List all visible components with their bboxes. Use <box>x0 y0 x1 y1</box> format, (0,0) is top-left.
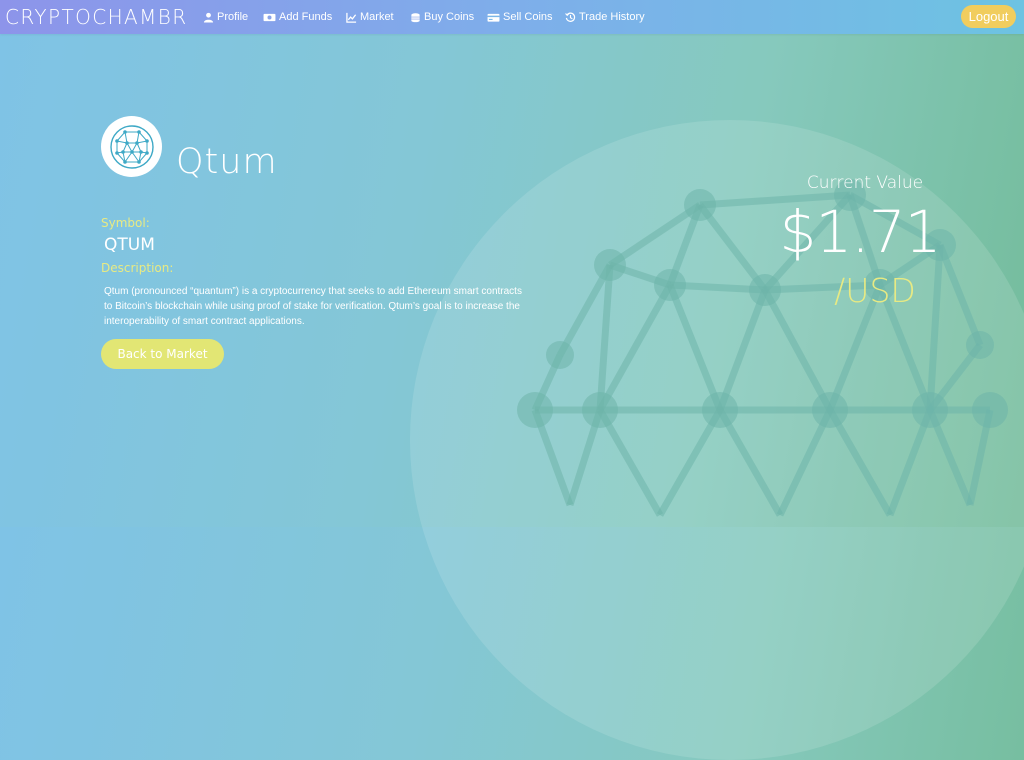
coins-icon <box>411 12 420 22</box>
brand-logo[interactable]: CRYPTOCHAMBR <box>5 5 188 29</box>
qtum-logo-icon <box>109 124 154 169</box>
nav-item-trade-history[interactable]: Trade History <box>565 10 645 24</box>
nav-item-label: Sell Coins <box>503 11 553 23</box>
money-icon <box>263 13 276 21</box>
nav-item-label: Market <box>360 11 394 23</box>
nav-item-profile[interactable]: Profile <box>203 10 248 24</box>
current-value-label: Current Value <box>806 173 924 193</box>
current-price: $1.71 <box>779 198 941 266</box>
history-icon <box>565 12 576 22</box>
coin-name: Qtum <box>176 142 278 182</box>
back-to-market-button[interactable]: Back to Market <box>101 339 224 369</box>
nav-item-label: Buy Coins <box>424 11 475 23</box>
price-unit: /USD <box>834 271 916 310</box>
chart-icon <box>346 12 357 23</box>
nav-item-market[interactable]: Market <box>346 10 394 24</box>
nav-item-buy-coins[interactable]: Buy Coins <box>410 10 474 24</box>
user-icon <box>203 12 214 23</box>
nav-item-add-funds[interactable]: Add Funds <box>263 10 332 24</box>
symbol-label: Symbol: <box>101 216 150 230</box>
nav-item-label: Trade History <box>579 11 645 23</box>
nav-item-label: Add Funds <box>279 11 333 23</box>
top-navbar: CRYPTOCHAMBR Profile Add Funds Market Bu… <box>0 0 1024 34</box>
description-label: Description: <box>101 261 174 275</box>
logout-button[interactable]: Logout <box>961 5 1016 28</box>
coin-logo <box>101 116 162 177</box>
symbol-value: QTUM <box>104 235 155 255</box>
card-icon <box>487 13 500 22</box>
nav-item-sell-coins[interactable]: Sell Coins <box>487 10 553 24</box>
description-text: Qtum (pronounced “quantum”) is a cryptoc… <box>104 286 522 327</box>
nav-item-label: Profile <box>217 11 249 23</box>
